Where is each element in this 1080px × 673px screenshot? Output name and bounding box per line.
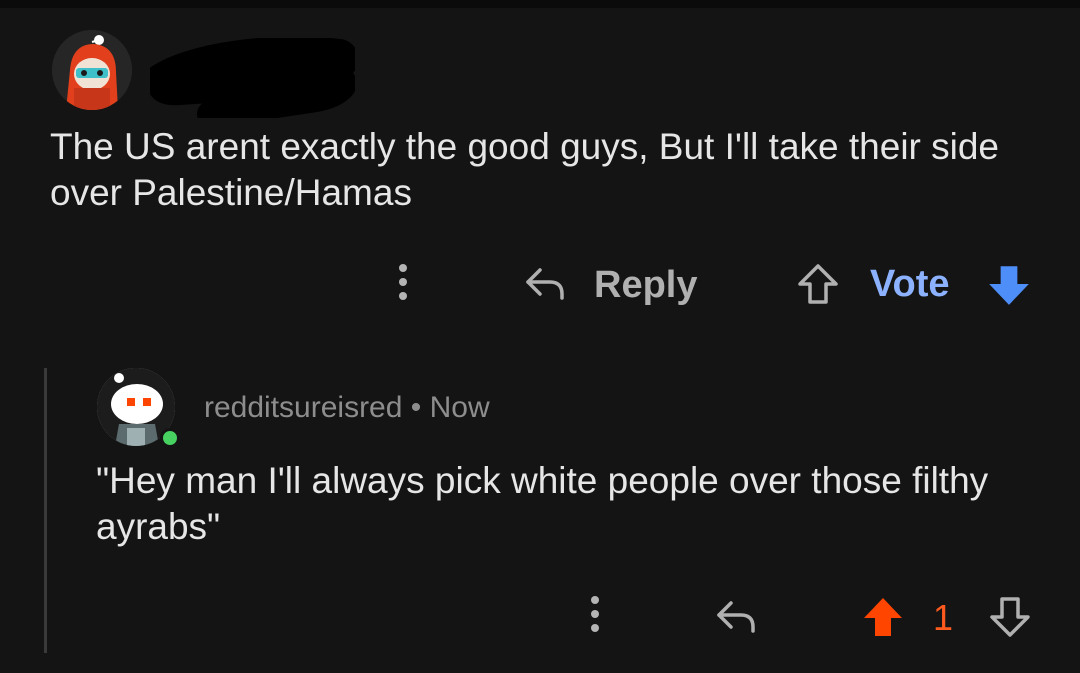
reply-arrow-icon[interactable] bbox=[713, 595, 759, 641]
comment-1-avatar[interactable] bbox=[52, 30, 132, 110]
comment-2-score: 1 bbox=[933, 597, 954, 638]
comment-2-body: "Hey man I'll always pick white people o… bbox=[96, 460, 989, 547]
comment-2-meta: redditsureisred • Now bbox=[204, 391, 490, 424]
comment-1-body: The US arent exactly the good guys, But … bbox=[50, 126, 1000, 213]
dot bbox=[591, 596, 599, 604]
upvote-filled-icon[interactable] bbox=[860, 593, 906, 641]
username-redaction-scribble bbox=[150, 38, 355, 118]
vote-label: Vote bbox=[870, 263, 950, 305]
top-divider bbox=[0, 0, 1080, 8]
comment-2-more-options[interactable] bbox=[590, 596, 600, 642]
reply-label: Reply bbox=[594, 263, 698, 306]
dot bbox=[399, 278, 407, 286]
thread-line[interactable] bbox=[44, 368, 47, 653]
avatar-image bbox=[52, 30, 132, 110]
comment-1-more-options[interactable] bbox=[398, 264, 408, 310]
upvote-outline-icon[interactable] bbox=[795, 261, 841, 307]
dot bbox=[591, 624, 599, 632]
downvote-filled-icon[interactable] bbox=[985, 261, 1033, 309]
dot bbox=[399, 264, 407, 272]
comment-1-reply-button[interactable]: Reply bbox=[522, 260, 697, 310]
reply-arrow-icon bbox=[526, 268, 564, 300]
downvote-outline-icon[interactable] bbox=[987, 593, 1033, 641]
dot bbox=[399, 292, 407, 300]
dot bbox=[591, 610, 599, 618]
online-status-dot bbox=[160, 428, 180, 448]
comment-thread: s n The US arent exactly the good guys, … bbox=[0, 0, 1080, 673]
